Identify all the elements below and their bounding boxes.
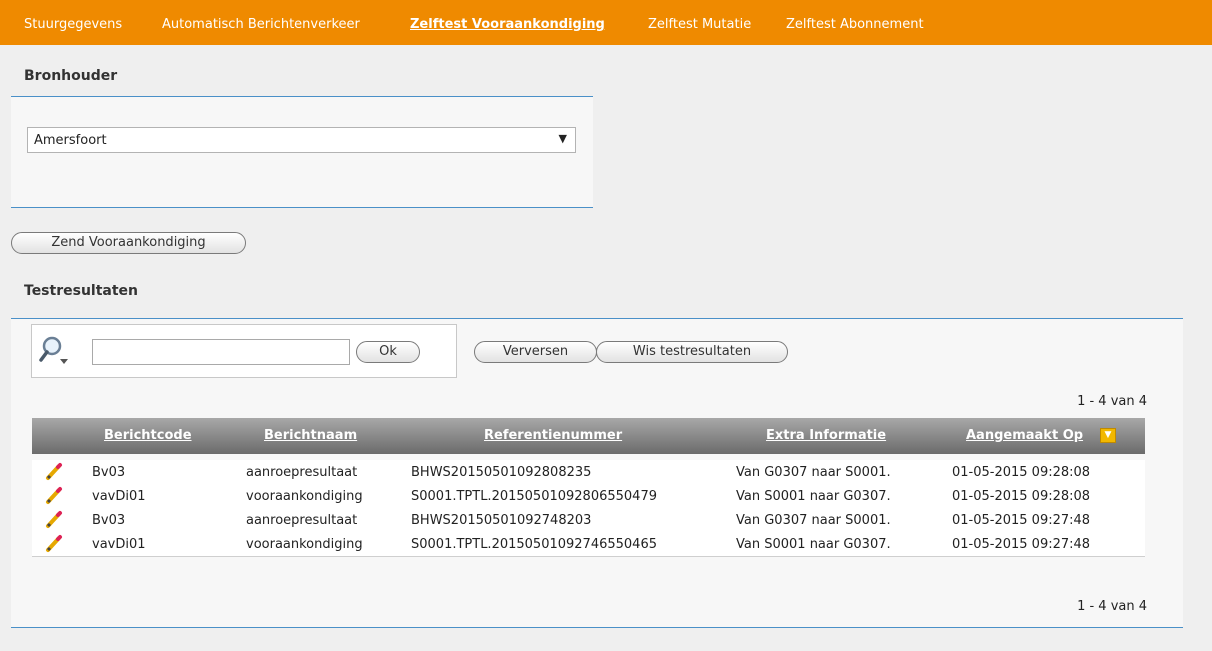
cell-referentienummer: BHWS20150501092748203: [411, 513, 592, 528]
nav-item-automatisch-berichtenverkeer[interactable]: Automatisch Berichtenverkeer: [162, 17, 360, 32]
cell-berichtnaam: vooraankondiging: [246, 537, 363, 552]
cell-aangemaakt-op: 01-05-2015 09:27:48: [952, 537, 1091, 552]
cell-berichtcode: vavDi01: [92, 537, 146, 552]
send-vooraankondiging-button[interactable]: Zend Vooraankondiging: [11, 232, 246, 254]
bronhouder-title: Bronhouder: [24, 68, 118, 84]
search-input[interactable]: [92, 339, 350, 365]
edit-pencil-icon[interactable]: [44, 486, 64, 506]
cell-aangemaakt-op: 01-05-2015 09:27:48: [952, 513, 1091, 528]
nav-item-stuurgegevens[interactable]: Stuurgegevens: [24, 17, 122, 32]
edit-pencil-icon[interactable]: [44, 534, 64, 554]
clear-results-button[interactable]: Wis testresultaten: [596, 341, 788, 363]
column-header-berichtnaam[interactable]: Berichtnaam: [264, 428, 357, 443]
results-table-header: Berichtcode Berichtnaam Referentienummer…: [32, 418, 1145, 454]
cell-berichtcode: Bv03: [92, 465, 126, 480]
pagination-top: 1 - 4 van 4: [1077, 394, 1147, 409]
column-header-extra-informatie[interactable]: Extra Informatie: [766, 428, 886, 443]
nav-item-zelftest-vooraankondiging[interactable]: Zelftest Vooraankondiging: [410, 17, 605, 32]
top-navigation: Stuurgegevens Automatisch Berichtenverke…: [0, 0, 1212, 45]
cell-extra-informatie: Van G0307 naar S0001.: [736, 465, 891, 480]
chevron-down-icon: ▼: [558, 132, 567, 145]
sort-descending-icon[interactable]: ▼: [1100, 428, 1116, 443]
refresh-button[interactable]: Verversen: [474, 341, 597, 363]
cell-referentienummer: BHWS20150501092808235: [411, 465, 592, 480]
cell-berichtnaam: aanroepresultaat: [246, 513, 358, 528]
cell-berichtcode: Bv03: [92, 513, 126, 528]
cell-extra-informatie: Van S0001 naar G0307.: [736, 537, 891, 552]
column-header-berichtcode[interactable]: Berichtcode: [104, 428, 192, 443]
edit-pencil-icon[interactable]: [44, 510, 64, 530]
cell-aangemaakt-op: 01-05-2015 09:28:08: [952, 465, 1091, 480]
bronhouder-selected-value: Amersfoort: [34, 133, 107, 148]
cell-aangemaakt-op: 01-05-2015 09:28:08: [952, 489, 1091, 504]
table-row: Bv03 aanroepresultaat BHWS20150501092808…: [32, 460, 1145, 485]
search-ok-button[interactable]: Ok: [356, 341, 420, 363]
table-row: vavDi01 vooraankondiging S0001.TPTL.2015…: [32, 484, 1145, 509]
cell-extra-informatie: Van S0001 naar G0307.: [736, 489, 891, 504]
nav-item-zelftest-mutatie[interactable]: Zelftest Mutatie: [648, 17, 751, 32]
table-row: Bv03 aanroepresultaat BHWS20150501092748…: [32, 508, 1145, 533]
nav-item-zelftest-abonnement[interactable]: Zelftest Abonnement: [786, 17, 924, 32]
pagination-bottom: 1 - 4 van 4: [1077, 599, 1147, 614]
column-header-referentienummer[interactable]: Referentienummer: [484, 428, 622, 443]
bronhouder-select[interactable]: Amersfoort ▼: [27, 127, 576, 153]
cell-referentienummer: S0001.TPTL.20150501092746550465: [411, 537, 657, 552]
edit-pencil-icon[interactable]: [44, 462, 64, 482]
testresultaten-title: Testresultaten: [24, 283, 139, 299]
cell-berichtcode: vavDi01: [92, 489, 146, 504]
column-header-aangemaakt-op[interactable]: Aangemaakt Op: [966, 428, 1083, 443]
table-row: vavDi01 vooraankondiging S0001.TPTL.2015…: [32, 532, 1145, 557]
cell-berichtnaam: aanroepresultaat: [246, 465, 358, 480]
cell-extra-informatie: Van G0307 naar S0001.: [736, 513, 891, 528]
cell-referentienummer: S0001.TPTL.20150501092806550479: [411, 489, 657, 504]
search-icon[interactable]: [38, 335, 72, 367]
cell-berichtnaam: vooraankondiging: [246, 489, 363, 504]
